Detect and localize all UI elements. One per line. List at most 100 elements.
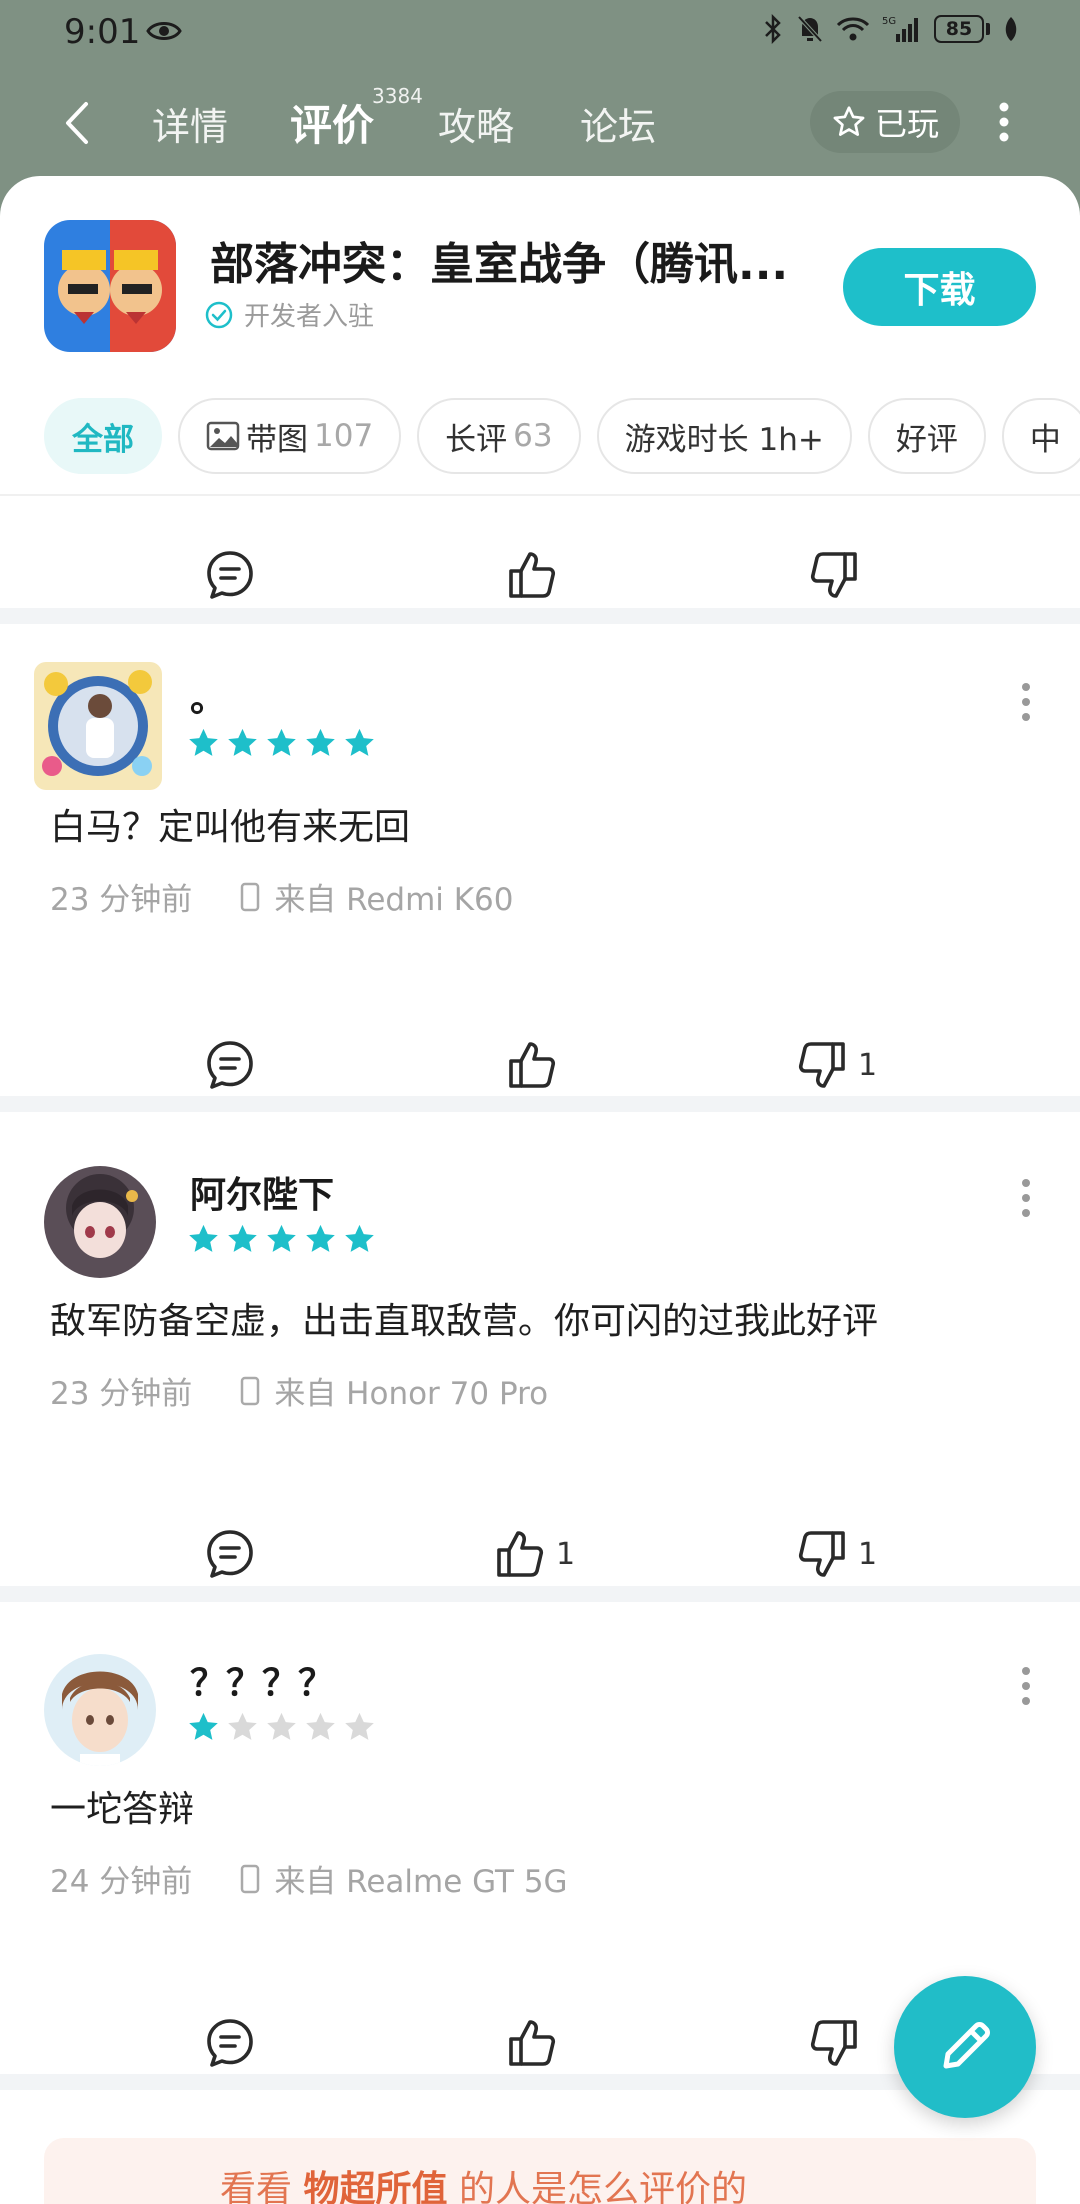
star-outline-icon: [833, 106, 865, 136]
star-icon: [306, 1224, 335, 1252]
thumbs-up-icon: [497, 1531, 544, 1577]
more-vertical-icon[interactable]: [990, 100, 1018, 144]
write-review-button[interactable]: [894, 1976, 1036, 2118]
filter-chip-all[interactable]: 全部: [44, 398, 162, 474]
played-button[interactable]: 已玩: [810, 91, 960, 153]
tab-guides[interactable]: 攻略: [438, 96, 514, 151]
review-username[interactable]: 阿尔陛下: [190, 1166, 334, 1218]
dislike-button[interactable]: [808, 2008, 860, 2078]
filter-chips: 全部 带图 107 长评 63 游戏时长 1h+ 好评 中: [44, 398, 1080, 474]
rating-stars: [186, 1222, 377, 1257]
star-icon: [189, 1712, 218, 1740]
filter-chip-neutral[interactable]: 中: [1001, 398, 1080, 474]
back-icon[interactable]: [58, 98, 98, 148]
filter-chip-with-images[interactable]: 带图 107: [178, 398, 402, 474]
like-button[interactable]: [506, 540, 558, 610]
review-text[interactable]: 白马？定叫他有来无回: [50, 798, 410, 850]
phone-icon: [241, 882, 260, 911]
section-gap: [0, 608, 1080, 624]
comment-button[interactable]: [204, 1519, 256, 1589]
tab-reviews[interactable]: 评价: [290, 92, 374, 153]
rating-stars: [186, 1710, 377, 1745]
dislike-count: 1: [858, 1047, 878, 1083]
star-icon: [228, 1712, 257, 1740]
star-icon: [228, 1224, 257, 1252]
avatar[interactable]: [44, 1166, 156, 1278]
star-icon: [189, 1224, 218, 1252]
dislike-button[interactable]: [808, 540, 860, 610]
section-gap: [0, 1096, 1080, 1112]
avatar[interactable]: [44, 1654, 156, 1766]
reviews-sheet: 部落冲突：皇室战争（腾讯... 开发者入驻 下载 全部 带图 107 长评 63: [0, 176, 1080, 2204]
review-meta: 24 分钟前 来自 Realme GT 5G: [50, 1856, 568, 1901]
comment-icon: [207, 551, 253, 599]
review-username[interactable]: 。: [190, 670, 226, 722]
thumbs-down-icon: [810, 552, 857, 598]
review-username[interactable]: ？？？？: [190, 1654, 334, 1706]
download-button[interactable]: 下载: [843, 248, 1036, 326]
developer-badge-label: 开发者入驻: [244, 302, 375, 332]
status-icons: 5G 85: [762, 14, 1020, 44]
battery-indicator: 85: [934, 15, 990, 43]
comment-button[interactable]: [204, 2008, 256, 2078]
check-circle-icon: [205, 301, 233, 328]
review-time: 23 分钟前: [50, 1376, 193, 1412]
thumbs-down-icon: [810, 2020, 857, 2066]
promo-banner[interactable]: 看看 物超所值 的人是怎么评价的: [44, 2138, 1036, 2204]
developer-badge: 开发者入驻: [204, 296, 374, 333]
like-button[interactable]: [506, 2008, 558, 2078]
star-icon: [267, 728, 296, 756]
section-gap: [0, 1586, 1080, 1602]
thumbs-down-icon: [798, 1531, 845, 1577]
leaf-icon: [1005, 17, 1017, 41]
dislike-button[interactable]: 1: [796, 1519, 877, 1589]
tab-details[interactable]: 详情: [152, 96, 228, 151]
filter-chip-playtime[interactable]: 游戏时长 1h+: [596, 398, 852, 474]
phone-icon: [241, 1864, 260, 1893]
review-text[interactable]: 敌军防备空虚，出击直取敌营。你可闪的过我此好评: [50, 1292, 878, 1344]
comment-icon: [207, 1530, 253, 1578]
game-icon[interactable]: [44, 220, 176, 352]
more-vertical-icon[interactable]: [1016, 680, 1036, 724]
review-actions: 1 1: [0, 1519, 1080, 1589]
game-header: 部落冲突：皇室战争（腾讯... 开发者入驻 下载: [0, 176, 1080, 376]
filter-chip-positive[interactable]: 好评: [867, 398, 986, 474]
review-count: 3384: [372, 84, 423, 108]
review-actions: [0, 540, 1080, 610]
tab-forum[interactable]: 论坛: [580, 96, 656, 151]
review-meta: 23 分钟前 来自 Honor 70 Pro: [50, 1368, 548, 1413]
review-device: 来自 Redmi K60: [274, 882, 514, 918]
comment-icon: [207, 2019, 253, 2067]
comment-icon: [207, 1041, 253, 1089]
like-button[interactable]: 1: [494, 1519, 575, 1589]
phone-icon: [241, 1376, 260, 1405]
more-vertical-icon[interactable]: [1016, 1176, 1036, 1220]
status-time: 9:01: [64, 12, 141, 52]
dislike-count: 1: [858, 1536, 878, 1572]
like-button[interactable]: [506, 1030, 568, 1100]
review-time: 23 分钟前: [50, 882, 193, 918]
star-icon: [345, 1712, 374, 1740]
battery-level: 85: [934, 15, 984, 43]
thumbs-up-icon: [509, 1042, 556, 1088]
wifi-icon: [836, 17, 870, 41]
game-title: 部落冲突：皇室战争（腾讯...: [210, 239, 789, 290]
top-nav: 详情 评价 3384 攻略 论坛 已玩: [0, 70, 1080, 174]
filter-chip-long-review[interactable]: 长评 63: [417, 398, 581, 474]
review-text[interactable]: 一坨答辩: [50, 1780, 194, 1832]
avatar[interactable]: [34, 662, 162, 790]
thumbs-up-icon: [509, 2020, 556, 2066]
played-label: 已玩: [874, 105, 939, 143]
star-icon: [306, 1712, 335, 1740]
comment-button[interactable]: [204, 1030, 256, 1100]
rating-stars: [186, 726, 377, 761]
star-icon: [306, 728, 335, 756]
star-icon: [345, 1224, 374, 1252]
dislike-button[interactable]: 1: [796, 1030, 877, 1100]
star-icon: [189, 728, 218, 756]
more-vertical-icon[interactable]: [1016, 1664, 1036, 1708]
status-bar: 9:01 5G 85: [0, 0, 1080, 64]
review-actions: 1: [0, 1030, 1080, 1100]
promo-text: 看看 物超所值 的人是怎么评价的: [220, 2169, 747, 2204]
comment-button[interactable]: [204, 540, 256, 610]
